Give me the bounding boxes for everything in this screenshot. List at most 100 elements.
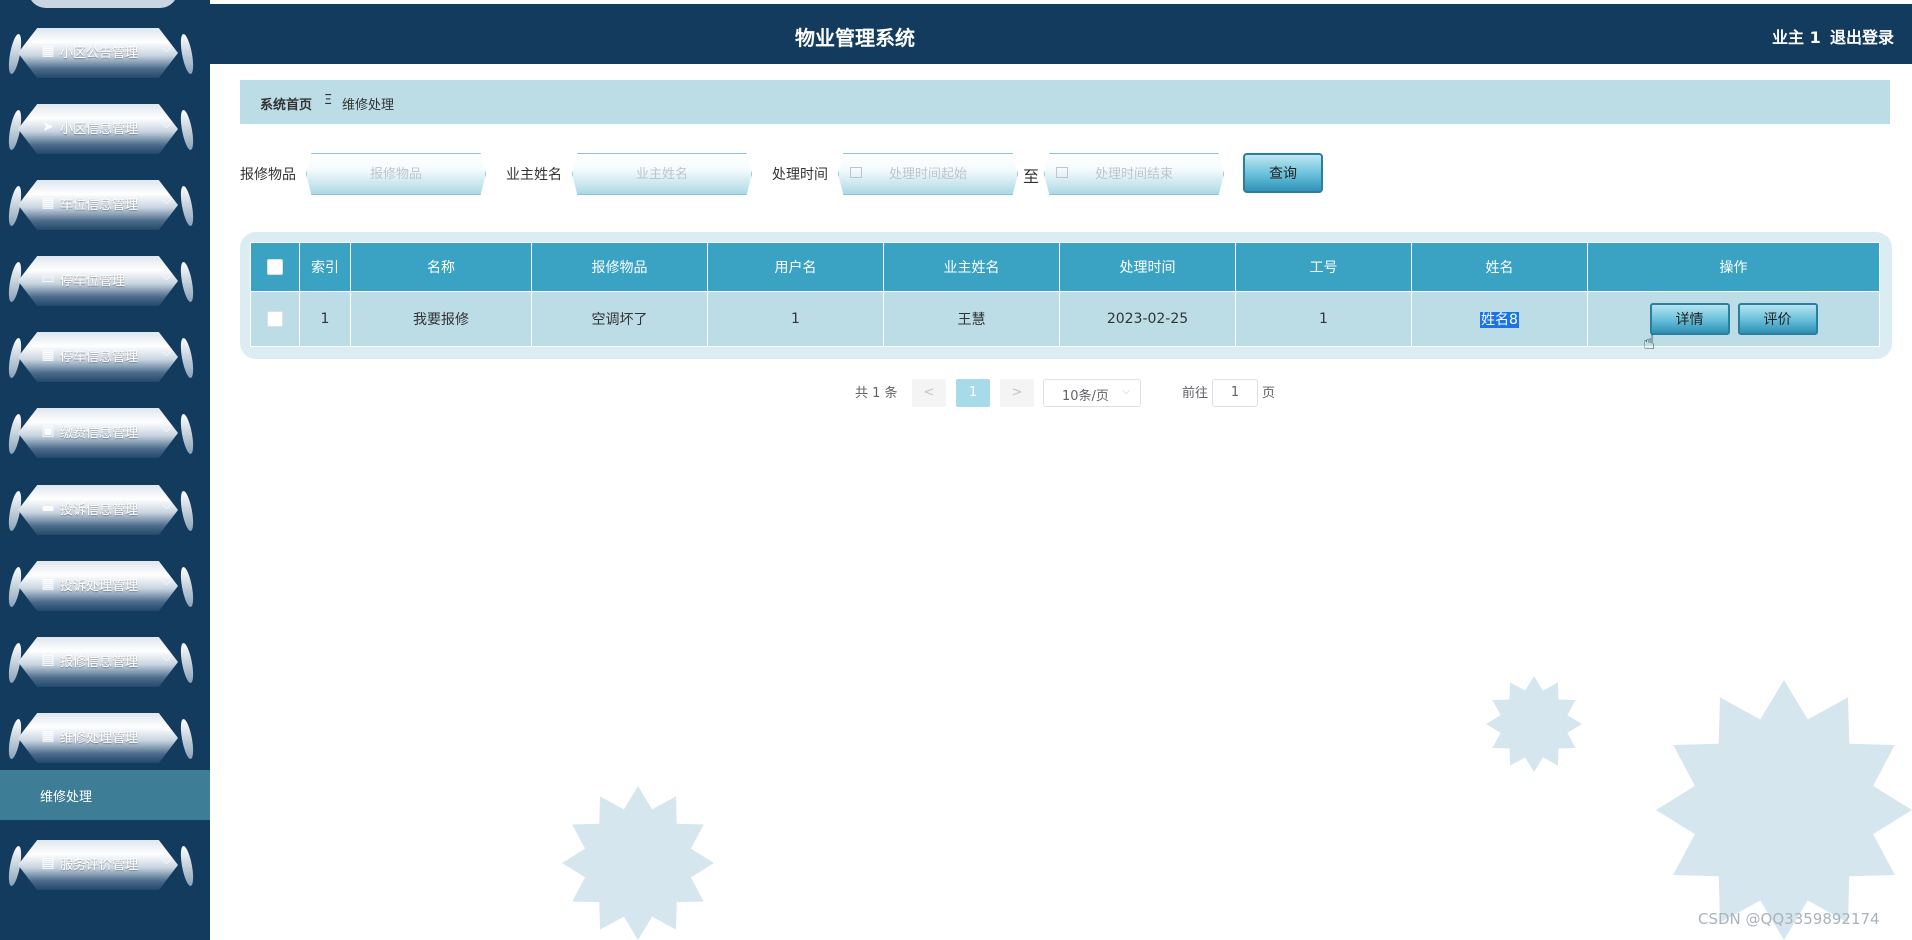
sidebar-item-label: 小区信息管理 — [60, 122, 139, 137]
chevron-icon: ⌵ — [162, 421, 172, 435]
chevron-icon: ⌵ — [162, 41, 172, 55]
ticket-icon: ▬ — [41, 500, 55, 516]
date-range-separator: 至 — [1023, 167, 1040, 186]
select-all-header — [250, 242, 300, 292]
menu-decoration — [178, 643, 196, 683]
sidebar-item-6[interactable]: ▣ 缴费信息管理 ⌵ — [0, 400, 210, 464]
chevron-icon: ⌵ — [162, 853, 172, 867]
menu-decoration — [178, 719, 196, 759]
column-header: 报修物品 — [531, 242, 708, 292]
menu-decoration — [178, 186, 196, 226]
grid-icon: ▦ — [41, 576, 55, 592]
breadcrumb-current: 维修处理 — [342, 98, 395, 113]
row-checkbox[interactable] — [267, 311, 283, 327]
menu-decoration — [178, 34, 196, 74]
selected-text: 姓名8 — [1480, 312, 1519, 328]
decorative-star-shape — [1486, 676, 1582, 772]
column-header: 姓名 — [1411, 242, 1588, 292]
menu-decoration — [178, 338, 196, 378]
decorative-star-shape — [1656, 680, 1912, 940]
chevron-icon: ⌵ — [162, 269, 172, 283]
handle-time-label: 处理时间 — [772, 167, 828, 183]
chevron-icon: ⌵ — [162, 498, 172, 512]
chevron-icon: ⌵ — [162, 193, 172, 207]
column-header: 工号 — [1235, 242, 1412, 292]
repair-item-input[interactable] — [306, 153, 486, 195]
grid-icon: ▦ — [41, 728, 55, 744]
send-icon: ➤ — [42, 119, 54, 135]
sidebar-subitem-label: 维修处理 — [40, 790, 93, 805]
sidebar-item-5[interactable]: ▦ 停车信息管理 ⌵ — [0, 324, 210, 388]
page-size-value: 10条/页 — [1062, 389, 1109, 404]
repair-item-label: 报修物品 — [240, 167, 296, 183]
query-button[interactable]: 查询 — [1243, 153, 1323, 193]
chevron-icon: ⌵ — [162, 345, 172, 359]
cell-index: 1 — [299, 291, 351, 347]
menu-decoration — [178, 846, 196, 886]
calendar-icon — [1056, 167, 1068, 178]
sidebar-top-menu-remnant — [28, 0, 178, 8]
menu-decoration — [178, 491, 196, 531]
sidebar-item-label: 停车信息管理 — [60, 350, 139, 365]
handle-time-start-input[interactable] — [838, 153, 1018, 195]
goto-page-input[interactable]: 1 — [1212, 379, 1258, 407]
page-number-button[interactable]: 1 — [956, 379, 990, 407]
grid-icon: ▦ — [41, 195, 55, 211]
sidebar-item-9[interactable]: ▤ 报修信息管理 ⌵ — [0, 629, 210, 693]
column-header: 处理时间 — [1059, 242, 1236, 292]
cell-worker-id: 1 — [1235, 291, 1412, 347]
sidebar-item-4[interactable]: ▭ 停车位管理 ⌵ — [0, 248, 210, 312]
cell-actions: 详情 评价 — [1587, 291, 1880, 347]
owner-name-label: 业主姓名 — [506, 167, 562, 183]
chat-icon: ▣ — [41, 423, 55, 439]
sidebar-item-label: 停车位管理 — [60, 274, 126, 289]
breadcrumb-home[interactable]: 系统首页 — [260, 94, 312, 113]
sidebar-item-label: 缴费信息管理 — [60, 426, 139, 441]
owner-name-input[interactable] — [572, 153, 752, 195]
menu-decoration — [178, 567, 196, 607]
sidebar-item-7[interactable]: ▬ 投诉信息管理 ⌵ — [0, 477, 210, 541]
pagination-total: 共 1 条 — [855, 386, 898, 401]
top-header: 物业管理系统 业主 1 退出登录 — [210, 4, 1912, 64]
table-header-row: 索引 名称 报修物品 用户名 业主姓名 处理时间 工号 姓名 操作 — [250, 242, 1880, 292]
sidebar-item-11[interactable]: ▤ 服务评价管理 ⌵ — [0, 832, 210, 896]
app-title: 物业管理系统 — [795, 26, 915, 50]
sidebar-item-label: 投诉处理管理 — [60, 579, 139, 594]
calendar-icon — [850, 167, 862, 178]
handle-time-end-input[interactable] — [1044, 153, 1224, 195]
cell-username: 1 — [707, 291, 884, 347]
sidebar-item-1[interactable]: ▦ 小区公告管理 ⌵ — [0, 20, 210, 84]
sidebar-item-10[interactable]: ▦ 维修处理管理 ⌃ — [0, 705, 210, 769]
menu-decoration — [178, 414, 196, 454]
logout-link[interactable]: 退出登录 — [1830, 24, 1894, 48]
grid-icon: ▦ — [41, 347, 55, 363]
grid-icon: ▦ — [41, 43, 55, 59]
page-size-select[interactable]: 10条/页 ⌵ — [1043, 379, 1141, 407]
sidebar-item-8[interactable]: ▦ 投诉处理管理 ⌵ — [0, 553, 210, 617]
sidebar-item-3[interactable]: ▦ 车位信息管理 ⌵ — [0, 172, 210, 236]
row-select-cell — [250, 291, 300, 347]
column-header: 索引 — [299, 242, 351, 292]
chevron-icon: ⌵ — [162, 117, 172, 131]
detail-button[interactable]: 详情 — [1649, 303, 1730, 335]
hand-cursor-icon: ☝ — [1643, 330, 1656, 354]
prev-page-button[interactable]: < — [912, 379, 946, 407]
sidebar-item-label: 服务评价管理 — [60, 858, 139, 873]
next-page-button[interactable]: > — [1000, 379, 1034, 407]
repair-table: 索引 名称 报修物品 用户名 业主姓名 处理时间 工号 姓名 操作 1 我要报修… — [250, 242, 1880, 347]
current-user: 业主 1 — [1772, 28, 1821, 47]
sidebar-item-label: 小区公告管理 — [60, 46, 139, 61]
cell-repair-item: 空调坏了 — [531, 291, 708, 347]
select-all-checkbox[interactable] — [267, 259, 283, 275]
cell-owner-name: 王慧 — [883, 291, 1060, 347]
table-row: 1 我要报修 空调坏了 1 王慧 2023-02-25 1 姓名8 详情 评价 — [250, 291, 1880, 347]
sidebar-subitem-repair-handling[interactable]: 维修处理 — [0, 770, 210, 820]
rate-button[interactable]: 评价 — [1737, 303, 1818, 335]
monitor-icon: ▭ — [41, 271, 55, 287]
goto-label: 前往 — [1182, 386, 1209, 401]
chevron-icon: ⌃ — [162, 726, 173, 740]
sidebar-item-label: 投诉信息管理 — [60, 503, 139, 518]
breadcrumb: 系统首页 Ξ 维修处理 — [240, 80, 1890, 124]
sidebar-item-2[interactable]: ➤ 小区信息管理 ⌵ — [0, 96, 210, 160]
column-header: 操作 — [1587, 242, 1880, 292]
